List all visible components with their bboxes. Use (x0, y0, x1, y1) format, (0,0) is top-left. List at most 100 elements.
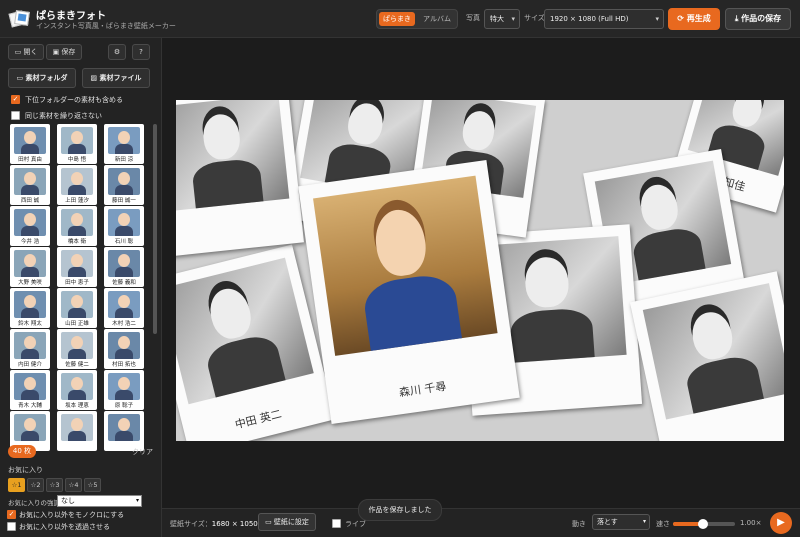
regenerate-button[interactable]: ⟳ 再生成 (668, 8, 720, 30)
emphasis-value: なし (61, 497, 75, 505)
material-thumbnail[interactable]: 坂本 理恵 (57, 370, 97, 410)
save-button[interactable]: ▣ 保存 (46, 44, 82, 60)
speed-label: 速さ (656, 520, 670, 528)
speed-slider[interactable] (673, 519, 735, 529)
no-repeat-checkbox[interactable] (11, 111, 20, 120)
thumbnail-image (14, 291, 46, 318)
material-thumbnail[interactable]: 青木 大輔 (10, 370, 50, 410)
thumbnail-image (14, 168, 46, 195)
thumbnail-name: 上田 蓮汐 (65, 198, 89, 204)
thumbnail-image (108, 250, 140, 277)
play-button[interactable]: ▶ (770, 512, 792, 534)
thumbnail-image (14, 332, 46, 359)
material-thumbnail[interactable]: 大野 美咲 (10, 247, 50, 287)
wallpaper-preview[interactable]: 林 知佳田村 真由大野 美咲中田 英二森川 千尋 (176, 100, 784, 441)
material-thumbnail[interactable]: 田中 恵子 (57, 247, 97, 287)
save-icon: ▣ (52, 48, 60, 56)
thumbnail-name: 西田 誠 (20, 198, 40, 204)
material-thumbnail[interactable]: 新田 涼 (104, 124, 144, 164)
thumbnail-name: 佐藤 義和 (112, 280, 136, 286)
material-thumbnail[interactable]: 村田 拓也 (104, 329, 144, 369)
chevron-down-icon: ▾ (642, 518, 646, 525)
app-title: ぱらまきフォト (36, 11, 106, 22)
wallpaper-size-value: 1680 × 1050 (211, 520, 258, 528)
help-button[interactable]: ? (132, 44, 150, 60)
photo-image (176, 100, 290, 212)
thumbnail-name: 山田 正雄 (65, 321, 89, 327)
material-thumbnail[interactable]: 今井 浩 (10, 206, 50, 246)
sidebar-scrollbar[interactable] (153, 124, 157, 334)
settings-button[interactable]: ⚙ (108, 44, 126, 60)
app-subtitle: インスタント写真風・ぱらまき壁紙メーカー (36, 22, 176, 30)
material-thumbnail[interactable]: 橋本 衛 (57, 206, 97, 246)
favorite-star-1[interactable]: ☆1 (8, 478, 25, 492)
resolution-select[interactable]: 1920 × 1080 (Full HD) ▾ (544, 9, 664, 29)
mono-others-checkbox[interactable]: ✓ (7, 510, 16, 519)
app-header: ぱらまきフォト インスタント写真風・ぱらまき壁紙メーカー ぱらまき アルバム 写… (0, 0, 800, 38)
thumbnail-image (108, 332, 140, 359)
material-thumbnail[interactable]: 原 聡子 (104, 370, 144, 410)
material-thumbnail[interactable] (104, 411, 144, 451)
material-thumbnail[interactable]: 内田 健介 (10, 329, 50, 369)
help-icon: ? (139, 48, 143, 56)
open-button[interactable]: ▭ 開く (8, 44, 44, 60)
thumbnail-name: 鈴木 翔太 (18, 321, 42, 327)
thumbnail-image (14, 414, 46, 441)
thumbnail-name: 木村 浩二 (112, 321, 136, 327)
material-thumbnail[interactable]: 佐藤 健二 (57, 329, 97, 369)
material-thumbnail[interactable]: 石川 聡 (104, 206, 144, 246)
motion-select[interactable]: 落とす ▾ (592, 514, 650, 530)
material-thumbnail[interactable]: 西田 誠 (10, 165, 50, 205)
thumbnail-image (108, 414, 140, 441)
material-thumbnail[interactable]: 上田 蓮汐 (57, 165, 97, 205)
favorites-label: お気に入り (8, 466, 43, 474)
tab-paramaki[interactable]: ぱらまき (379, 12, 415, 26)
thumbnail-image (61, 127, 93, 154)
thumbnail-image (108, 373, 140, 400)
scattered-photo (176, 100, 304, 257)
thumbnail-grid: 田村 真由 中島 悟 新田 涼西田 誠 上田 蓮汐 藤田 誠一今井 浩 橋本 衛 石川 聡大… (8, 124, 148, 476)
photo-image (313, 176, 498, 356)
material-folder-button[interactable]: ▭ 素材フォルダ (8, 68, 76, 88)
thumbnail-name: 藤田 誠一 (112, 198, 136, 204)
favorite-star-3[interactable]: ☆3 (46, 478, 63, 492)
download-icon: ⤓ (734, 14, 739, 23)
resolution-label: サイズ (524, 14, 545, 22)
monitor-icon: ▭ (265, 518, 272, 526)
refresh-icon: ⟳ (677, 14, 684, 23)
material-file-button[interactable]: ▨ 素材ファイル (82, 68, 150, 88)
favorite-star-5[interactable]: ☆5 (84, 478, 101, 492)
material-thumbnail[interactable]: 山田 正雄 (57, 288, 97, 328)
transparent-others-checkbox[interactable] (7, 522, 16, 531)
favorite-star-2[interactable]: ☆2 (27, 478, 44, 492)
thumbnail-name: 青木 大輔 (18, 403, 42, 409)
clear-button[interactable]: クリア (132, 447, 153, 457)
material-thumbnail[interactable]: 鈴木 翔太 (10, 288, 50, 328)
thumbnail-image (14, 373, 46, 400)
live-checkbox[interactable] (332, 519, 341, 528)
material-thumbnail[interactable]: 木村 浩二 (104, 288, 144, 328)
tab-album[interactable]: アルバム (419, 12, 455, 26)
material-thumbnail[interactable]: 田村 真由 (10, 124, 50, 164)
speed-value: 1.00× (740, 519, 762, 527)
live-label: ライブ (345, 520, 366, 528)
bottom-bar: 壁紙サイズ：1680 × 1050 ▭ 壁紙に設定 ライブ 動き 落とす ▾ 速… (162, 508, 800, 537)
thumbnail-image (14, 250, 46, 277)
thumbnail-name: 田村 真由 (18, 157, 42, 163)
thumbnail-name: 坂本 理恵 (65, 403, 89, 409)
wallpaper-settings-button[interactable]: ▭ 壁紙に設定 (258, 513, 316, 531)
material-thumbnail[interactable]: 佐藤 義和 (104, 247, 144, 287)
favorite-star-4[interactable]: ☆4 (65, 478, 82, 492)
emphasis-select[interactable]: なし ▾ (57, 495, 142, 507)
material-thumbnail[interactable]: 藤田 誠一 (104, 165, 144, 205)
save-work-button[interactable]: ⤓ 作品の保存 (725, 8, 791, 30)
thumbnail-image (108, 168, 140, 195)
photo-size-select[interactable]: 特大 ▾ (484, 9, 520, 29)
include-subfolders-checkbox[interactable]: ✓ (11, 95, 20, 104)
material-thumbnail[interactable] (57, 411, 97, 451)
thumbnail-image (14, 127, 46, 154)
speed-slider-knob[interactable] (697, 519, 708, 529)
motion-label: 動き (572, 520, 586, 528)
material-thumbnail[interactable]: 中島 悟 (57, 124, 97, 164)
photo-caption (176, 233, 303, 248)
